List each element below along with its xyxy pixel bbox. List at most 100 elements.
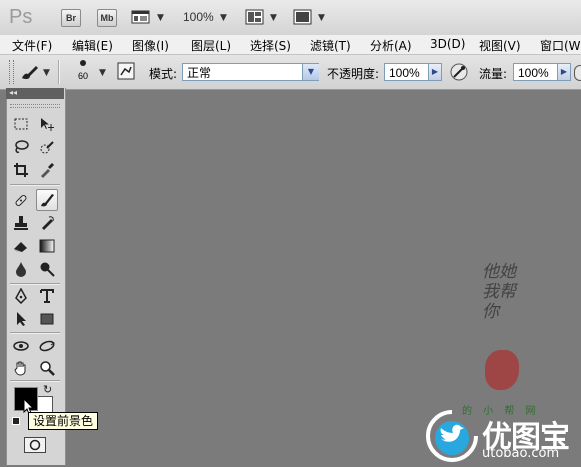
arrange-documents-icon xyxy=(245,9,264,25)
3d-rotate-icon xyxy=(13,341,29,351)
dodge-tool[interactable] xyxy=(37,259,57,279)
view-extras-button[interactable] xyxy=(131,9,151,28)
tablet-pressure-opacity-button[interactable] xyxy=(449,62,469,85)
brand-url: utobao.com xyxy=(482,446,560,461)
flow-field[interactable]: 100% xyxy=(513,63,558,81)
history-brush-icon xyxy=(42,216,54,230)
type-tool[interactable] xyxy=(37,286,57,306)
rectangular-marquee-tool[interactable] xyxy=(11,114,31,134)
eyedropper-tool[interactable] xyxy=(37,160,57,180)
opacity-value: 100% xyxy=(389,66,420,80)
flow-slider-arrow-icon[interactable]: ▶ xyxy=(557,63,571,81)
tools-panel-grip[interactable] xyxy=(10,104,60,108)
3d-orbit-icon xyxy=(39,340,55,352)
photoshop-logo: Ps xyxy=(9,6,33,28)
clone-stamp-tool[interactable] xyxy=(11,213,31,233)
crop-tool[interactable] xyxy=(11,160,31,180)
marquee-icon xyxy=(14,118,28,130)
launch-bridge-button[interactable]: Br xyxy=(61,9,81,27)
menu-image[interactable]: 图像(I) xyxy=(132,37,169,54)
move-icon xyxy=(41,118,54,131)
airbrush-pressure-icon xyxy=(450,63,468,81)
eyedropper-icon xyxy=(41,163,54,178)
brush-icon xyxy=(22,66,38,80)
eraser-tool[interactable] xyxy=(11,236,31,256)
switch-colors-icon[interactable]: ↻ xyxy=(43,383,52,396)
options-bar-grip[interactable] xyxy=(9,60,14,84)
default-colors-icon[interactable] xyxy=(12,417,20,425)
chevron-down-icon[interactable]: ▼ xyxy=(157,13,164,23)
hand-icon xyxy=(14,361,26,376)
tools-divider xyxy=(10,380,60,382)
blur-drop-icon xyxy=(16,262,26,277)
chevron-down-icon[interactable]: ▼ xyxy=(43,68,50,78)
launch-mini-bridge-button[interactable]: Mb xyxy=(97,9,117,27)
arrange-documents-button[interactable] xyxy=(245,9,265,28)
collapse-panel-icon[interactable]: ◂◂ xyxy=(9,89,17,97)
toggle-brush-panel-button[interactable] xyxy=(117,62,135,83)
quick-selection-tool[interactable] xyxy=(37,137,57,157)
menu-file[interactable]: 文件(F) xyxy=(12,37,52,54)
move-tool[interactable] xyxy=(37,114,57,134)
menu-window[interactable]: 窗口(W) xyxy=(540,37,581,54)
chevron-down-icon[interactable]: ▼ xyxy=(220,13,227,23)
dodge-icon xyxy=(40,262,55,277)
quick-mask-icon xyxy=(29,439,41,451)
clone-stamp-icon xyxy=(14,216,28,230)
rectangle-icon xyxy=(40,313,54,325)
magnifier-icon xyxy=(40,361,55,376)
eraser-icon xyxy=(14,242,27,252)
rectangle-tool[interactable] xyxy=(37,309,57,329)
seal-stamp-icon xyxy=(485,350,519,390)
3d-rotate-tool[interactable] xyxy=(11,336,31,356)
path-selection-icon xyxy=(17,312,26,326)
pen-icon xyxy=(15,288,27,304)
menu-filter[interactable]: 滤镜(T) xyxy=(310,37,351,54)
type-icon xyxy=(40,289,54,303)
pen-tool[interactable] xyxy=(11,286,31,306)
application-bar xyxy=(0,0,581,36)
brand-bird-logo xyxy=(424,408,480,467)
opacity-label: 不透明度: xyxy=(327,67,380,81)
blend-mode-select[interactable]: 正常 xyxy=(182,63,319,81)
view-extras-icon xyxy=(131,10,150,24)
blend-mode-value: 正常 xyxy=(187,66,212,80)
menu-analysis[interactable]: 分析(A) xyxy=(370,37,412,54)
zoom-tool[interactable] xyxy=(37,358,57,378)
airbrush-icon[interactable] xyxy=(574,65,581,81)
crop-icon xyxy=(14,163,28,177)
brush-tool[interactable] xyxy=(36,189,58,211)
opacity-slider-arrow-icon[interactable]: ▶ xyxy=(428,63,442,81)
quick-selection-icon xyxy=(40,141,54,154)
zoom-level-dropdown[interactable]: 100% xyxy=(183,10,214,24)
history-brush-tool[interactable] xyxy=(37,213,57,233)
opacity-field[interactable]: 100% xyxy=(384,63,429,81)
3d-orbit-tool[interactable] xyxy=(37,336,57,356)
brush-tip-preview-icon xyxy=(80,60,86,66)
menu-layer[interactable]: 图层(L) xyxy=(191,37,231,54)
blur-tool[interactable] xyxy=(11,259,31,279)
hand-tool[interactable] xyxy=(11,358,31,378)
tools-divider xyxy=(10,283,60,285)
menu-edit[interactable]: 编辑(E) xyxy=(72,37,113,54)
options-divider xyxy=(58,60,60,84)
screen-mode-button[interactable] xyxy=(293,9,313,28)
menu-view[interactable]: 视图(V) xyxy=(479,37,521,54)
handwriting-watermark: 他她我帮你 xyxy=(482,262,516,322)
chevron-down-icon[interactable]: ▼ xyxy=(318,13,325,23)
tools-divider xyxy=(10,332,60,334)
path-selection-tool[interactable] xyxy=(11,309,31,329)
screen-mode-icon xyxy=(293,9,312,25)
tool-preset-picker[interactable] xyxy=(18,62,40,85)
healing-brush-icon xyxy=(15,195,27,206)
menu-select[interactable]: 选择(S) xyxy=(250,37,291,54)
gradient-tool[interactable] xyxy=(37,236,57,256)
quick-mask-button[interactable] xyxy=(24,437,46,453)
lasso-tool[interactable] xyxy=(11,137,31,157)
chevron-down-icon[interactable]: ▼ xyxy=(270,13,277,23)
menu-3d[interactable]: 3D(D) xyxy=(430,37,465,51)
chevron-down-icon[interactable]: ▼ xyxy=(302,64,319,80)
brush-picker-chevron-icon[interactable]: ▼ xyxy=(99,68,106,78)
brush-size-value: 60 xyxy=(78,71,89,81)
spot-healing-brush-tool[interactable] xyxy=(11,190,31,210)
